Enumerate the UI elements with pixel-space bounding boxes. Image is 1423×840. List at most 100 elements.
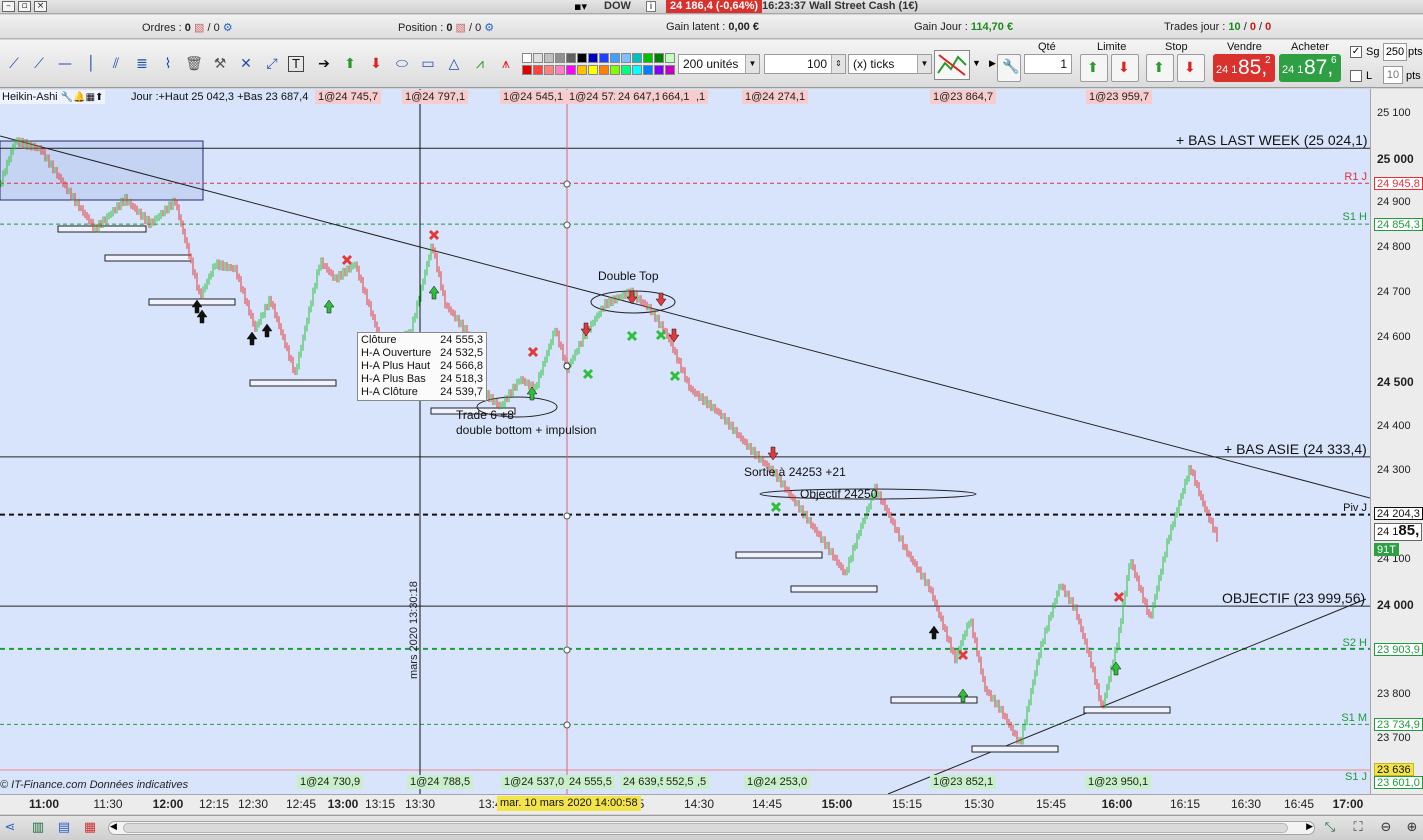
ticks-amount-input[interactable]: 100 ⇕	[764, 54, 846, 74]
text-tool-icon[interactable]: T	[288, 56, 304, 72]
palette-swatch[interactable]	[665, 65, 675, 75]
palette-swatch[interactable]	[544, 53, 554, 63]
vertical-line-icon[interactable]: │	[81, 54, 101, 74]
palette-swatch[interactable]	[533, 53, 543, 63]
candles-icon[interactable]: ▥	[30, 820, 46, 836]
expand-arrow-icon[interactable]: ▶	[989, 58, 996, 69]
ellipse-tool-icon[interactable]: ⬭	[392, 54, 412, 74]
triangle-tool-icon[interactable]: △	[444, 54, 464, 74]
zoom-out-icon[interactable]: ⊖	[1378, 820, 1394, 836]
tooltip-label: H-A Plus Haut	[361, 360, 431, 372]
bars-icon[interactable]: ▤	[56, 820, 72, 836]
minimize-window-icon[interactable]: –	[2, 1, 15, 12]
chevron-down-icon[interactable]: ▼	[745, 55, 759, 73]
palette-swatch[interactable]	[522, 53, 532, 63]
palette-swatch[interactable]	[632, 65, 642, 75]
palette-swatch[interactable]	[522, 65, 532, 75]
buy-button[interactable]: 24 1 87, 6	[1279, 54, 1341, 82]
cross-line-icon[interactable]: ✕	[236, 54, 256, 74]
tools-icon[interactable]: ⚒	[210, 54, 230, 74]
time-axis[interactable]: 17:00 16:45 16:30 16:15 16:00 15:45 15:30 15:15…	[0, 794, 1423, 814]
palette-swatch[interactable]	[544, 65, 554, 75]
palette-swatch[interactable]	[632, 53, 642, 63]
palette-swatch[interactable]	[588, 53, 598, 63]
strategy-chevron-icon[interactable]: ▼	[972, 58, 981, 68]
chart-type-label[interactable]: Heikin-Ashi 🔧🔔▦⬆	[0, 90, 106, 104]
horizontal-line-icon[interactable]: —	[55, 54, 75, 74]
palette-swatch[interactable]	[654, 65, 664, 75]
sg-input[interactable]: 250	[1383, 43, 1407, 61]
measure-icon[interactable]: ⤢	[262, 54, 282, 74]
chart-settings-icons[interactable]: 🔧🔔▦⬆	[61, 92, 104, 103]
palette-swatch[interactable]	[599, 53, 609, 63]
palette-swatch[interactable]	[555, 65, 565, 75]
tick-count-badge: 91T	[1374, 543, 1399, 556]
wave-tool-icon[interactable]: ⌇	[158, 54, 178, 74]
buy-arrow-icon[interactable]: ⬆	[340, 54, 360, 74]
palette-swatch[interactable]	[599, 65, 609, 75]
position-doc-icon[interactable]: ▧	[456, 22, 466, 34]
price-chart[interactable]: Heikin-Ashi 🔧🔔▦⬆ Jour :+Haut 25 042,3 +B…	[0, 89, 1423, 794]
palette-swatch[interactable]	[555, 53, 565, 63]
l-input[interactable]: 10	[1383, 66, 1403, 84]
palette-swatch[interactable]	[621, 53, 631, 63]
chart-canvas[interactable]	[0, 89, 1370, 794]
share-icon[interactable]: ⋖	[2, 820, 18, 836]
strategy-icon[interactable]	[934, 50, 970, 80]
qty-input[interactable]: 1	[1024, 54, 1072, 74]
ray-tool-icon[interactable]: ⟋	[29, 54, 49, 74]
sg-checkbox[interactable]: ✓	[1350, 46, 1362, 58]
palette-swatch[interactable]	[588, 65, 598, 75]
restore-window-icon[interactable]: ▫	[18, 1, 31, 12]
price-axis[interactable]: 25 100 25 000 24 900 24 800 24 700 24 600 24 5…	[1370, 89, 1423, 794]
wrench-icon[interactable]: 🔧	[997, 54, 1021, 82]
sell-button[interactable]: 24 1 85, 2	[1213, 54, 1275, 82]
l-checkbox[interactable]	[1350, 70, 1362, 82]
palette-swatch[interactable]	[621, 65, 631, 75]
palette-swatch[interactable]	[665, 53, 675, 63]
symbol-title[interactable]: DOW	[604, 0, 631, 12]
scroll-left-icon[interactable]: ◀	[110, 821, 117, 832]
chevron-down-icon[interactable]: ▼	[917, 55, 931, 73]
palette-swatch[interactable]	[610, 53, 620, 63]
palette-swatch[interactable]	[654, 53, 664, 63]
trash-icon[interactable]: 🗑	[184, 54, 204, 74]
palette-swatch[interactable]	[533, 65, 543, 75]
fullscreen-icon[interactable]: ⛶	[1350, 820, 1366, 836]
auto-scale-icon[interactable]: ⤡	[1322, 820, 1338, 836]
limit-buy-button[interactable]: ⬆	[1080, 54, 1108, 82]
palette-swatch[interactable]	[643, 53, 653, 63]
orders-gear-icon[interactable]: ⚙	[223, 22, 233, 34]
palette-swatch[interactable]	[566, 65, 576, 75]
rectangle-tool-icon[interactable]: ▭	[418, 54, 438, 74]
palette-swatch[interactable]	[577, 53, 587, 63]
position-gear-icon[interactable]: ⚙	[484, 22, 494, 34]
palette-swatch[interactable]	[643, 65, 653, 75]
stepper-icon[interactable]: ⇕	[831, 55, 845, 73]
stop-sell-button[interactable]: ⬇	[1177, 54, 1205, 82]
channel-tool-icon[interactable]: ⫽	[106, 54, 126, 74]
scrollbar-thumb[interactable]	[123, 823, 1288, 833]
heikin-ashi-icon[interactable]: ▦	[82, 820, 98, 836]
fibonacci-icon[interactable]: ≣	[132, 54, 152, 74]
pattern-icon[interactable]: ⩚	[496, 54, 516, 74]
arrow-right-icon[interactable]: ➔	[314, 54, 334, 74]
sell-arrow-icon[interactable]: ⬇	[366, 54, 386, 74]
line-tool-icon[interactable]: ⟋	[4, 54, 24, 74]
palette-swatch[interactable]	[577, 65, 587, 75]
zoom-in-icon[interactable]: ⊕	[1404, 820, 1420, 836]
orders-doc-icon[interactable]: ▧	[194, 22, 204, 34]
instrument-menu-icon[interactable]: ▪▾	[574, 0, 587, 13]
limit-sell-button[interactable]: ⬇	[1111, 54, 1139, 82]
units-select[interactable]: 200 unités ▼	[678, 54, 760, 74]
indicator-icon[interactable]: ⩘	[470, 54, 490, 74]
stop-buy-button[interactable]: ⬆	[1146, 54, 1174, 82]
ticks-select[interactable]: (x) ticks ▼	[848, 54, 932, 74]
close-window-icon[interactable]: ×	[34, 1, 47, 12]
info-icon[interactable]: i	[646, 1, 656, 12]
chart-type-text: Heikin-Ashi	[2, 91, 58, 103]
palette-swatch[interactable]	[610, 65, 620, 75]
scroll-right-icon[interactable]: ▶	[1306, 821, 1313, 832]
chart-scrollbar[interactable]: ◀ ▶	[108, 821, 1315, 835]
palette-swatch[interactable]	[566, 53, 576, 63]
